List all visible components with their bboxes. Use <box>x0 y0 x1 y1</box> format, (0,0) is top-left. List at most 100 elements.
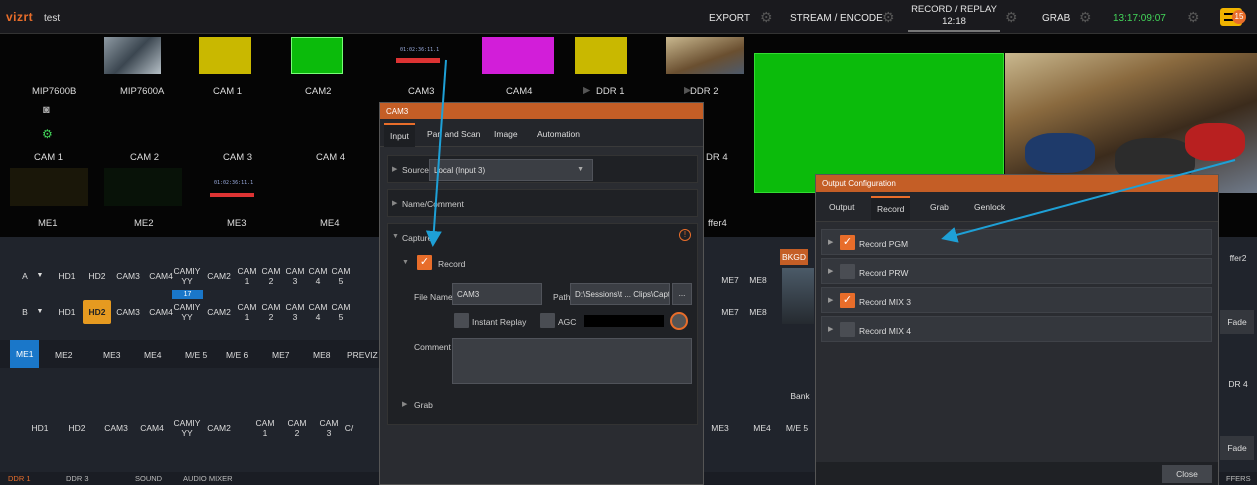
b-hd2[interactable]: HD2 <box>83 300 111 324</box>
a-cam-1[interactable]: CAM 1 <box>236 264 258 288</box>
c-me3[interactable]: ME3 <box>706 416 734 440</box>
tab-me7[interactable]: ME7 <box>272 350 289 360</box>
file-name-input[interactable]: CAM3 <box>452 283 542 305</box>
tab-genlock[interactable]: Genlock <box>974 202 1005 212</box>
expand-icon-grab[interactable]: ▶ <box>402 400 407 408</box>
a-hd2[interactable]: HD2 <box>83 264 111 288</box>
c-cam-2[interactable]: CAM 2 <box>286 416 308 440</box>
c-cam-partial[interactable]: C/ <box>340 416 358 440</box>
collapse-icon[interactable]: ▼ <box>392 233 399 240</box>
record-replay-button[interactable]: RECORD / REPLAY 12:18 <box>908 4 1000 32</box>
cam4-thumb[interactable] <box>482 37 554 74</box>
record-pgm-checkbox[interactable]: ✓ <box>840 235 855 250</box>
c-hd1[interactable]: HD1 <box>27 416 53 440</box>
buffer2-dropdown[interactable]: ffer2 <box>1220 246 1256 270</box>
me1-thumb[interactable] <box>10 168 88 206</box>
source-select[interactable]: Local (Input 3) ▼ <box>429 159 593 181</box>
c-cam4[interactable]: CAM4 <box>136 416 168 440</box>
c-camiy[interactable]: CAMIY YY <box>172 416 202 440</box>
tab-buffers[interactable]: FFERS <box>1226 474 1251 483</box>
collapse-icon-record[interactable]: ▼ <box>402 259 409 266</box>
c-cam-3[interactable]: CAM 3 <box>318 416 340 440</box>
stream-gear-icon[interactable]: ⚙ <box>882 10 896 24</box>
b-me8[interactable]: ME8 <box>746 300 770 324</box>
record-pgm-row[interactable]: ▶ ✓ Record PGM <box>821 229 1212 255</box>
tab-output[interactable]: Output <box>829 202 855 212</box>
tab-me4[interactable]: ME4 <box>144 350 161 360</box>
preview-monitor[interactable] <box>1005 53 1257 193</box>
agc-checkbox[interactable] <box>540 313 555 328</box>
tab-me5[interactable]: M/E 5 <box>185 350 207 360</box>
b-cam2[interactable]: CAM2 <box>205 300 233 324</box>
tab-me2[interactable]: ME2 <box>55 350 72 360</box>
b-cam-2[interactable]: CAM 2 <box>260 300 282 324</box>
expand-icon[interactable]: ▶ <box>828 238 833 246</box>
gear-green-icon[interactable]: ⚙ <box>42 127 53 141</box>
row-a-dropdown-icon[interactable]: ▼ <box>34 264 46 288</box>
ddr1-thumb[interactable] <box>575 37 627 74</box>
a-cam-2[interactable]: CAM 2 <box>260 264 282 288</box>
b-cam-5[interactable]: CAM 5 <box>330 300 352 324</box>
b-cam-3[interactable]: CAM 3 <box>284 300 306 324</box>
me3-thumb[interactable]: 01:02:36:11.1 <box>196 168 274 206</box>
me2-thumb[interactable] <box>104 168 182 206</box>
browse-button[interactable]: ... <box>672 283 692 305</box>
tab-me3[interactable]: ME3 <box>103 350 120 360</box>
cam1-thumb[interactable] <box>199 37 251 74</box>
a-cam-5[interactable]: CAM 5 <box>330 264 352 288</box>
record-prw-row[interactable]: ▶ Record PRW <box>821 258 1212 284</box>
b-camiy[interactable]: CAMIY YY <box>172 300 202 324</box>
camera-icon[interactable]: ◙ <box>43 104 50 116</box>
info-icon[interactable]: ! <box>679 229 691 241</box>
b-me7[interactable]: ME7 <box>718 300 742 324</box>
a-cam-3[interactable]: CAM 3 <box>284 264 306 288</box>
export-gear-icon[interactable]: ⚙ <box>760 10 774 24</box>
a-cam3[interactable]: CAM3 <box>112 264 144 288</box>
grab-gear-icon[interactable]: ⚙ <box>1079 10 1093 24</box>
record-mix4-checkbox[interactable] <box>840 322 855 337</box>
stream-encode-button[interactable]: STREAM / ENCODE <box>790 13 883 24</box>
record-mix3-row[interactable]: ▶ ✓ Record MIX 3 <box>821 287 1212 313</box>
tab-previz[interactable]: PREVIZ <box>347 350 378 360</box>
ddr4-dropdown[interactable]: DR 4 <box>1220 372 1256 396</box>
record-mix4-row[interactable]: ▶ Record MIX 4 <box>821 316 1212 342</box>
tab-me8[interactable]: ME8 <box>313 350 330 360</box>
c-me4[interactable]: ME4 <box>748 416 776 440</box>
record-mix3-checkbox[interactable]: ✓ <box>840 293 855 308</box>
tab-input[interactable]: Input <box>384 123 415 147</box>
agc-knob[interactable] <box>670 312 688 330</box>
c-cam3[interactable]: CAM3 <box>100 416 132 440</box>
fade-button[interactable]: Fade <box>1220 310 1254 334</box>
instant-replay-checkbox[interactable] <box>454 313 469 328</box>
tab-me1[interactable]: ME1 <box>10 340 40 368</box>
row-b-dropdown-icon[interactable]: ▼ <box>34 300 46 324</box>
c-cam-1[interactable]: CAM 1 <box>254 416 276 440</box>
export-button[interactable]: EXPORT <box>709 13 750 24</box>
cam2-thumb[interactable] <box>291 37 343 74</box>
b-cam3[interactable]: CAM3 <box>112 300 144 324</box>
c-me5[interactable]: M/E 5 <box>784 416 810 440</box>
comment-input[interactable] <box>452 338 692 384</box>
a-hd1[interactable]: HD1 <box>54 264 80 288</box>
c-cam2[interactable]: CAM2 <box>205 416 233 440</box>
record-prw-checkbox[interactable] <box>840 264 855 279</box>
expand-icon[interactable]: ▶ <box>828 296 833 304</box>
c-hd2[interactable]: HD2 <box>63 416 91 440</box>
settings-gear-icon[interactable]: ⚙ <box>1187 10 1201 24</box>
tab-pan-scan[interactable]: Pan and Scan <box>427 129 480 139</box>
a-cam-4[interactable]: CAM 4 <box>307 264 329 288</box>
fade-button-2[interactable]: Fade <box>1220 436 1254 460</box>
cam3-thumb[interactable]: 01:02:36:11.1 <box>386 37 453 74</box>
a-me7[interactable]: ME7 <box>718 268 742 292</box>
notifications-icon[interactable]: 15 <box>1220 8 1246 26</box>
expand-icon[interactable]: ▶ <box>828 267 833 275</box>
tab-image[interactable]: Image <box>494 129 518 139</box>
b-cam-1[interactable]: CAM 1 <box>236 300 258 324</box>
expand-icon[interactable]: ▶ <box>392 165 397 173</box>
tab-ddr3[interactable]: DDR 3 <box>66 474 89 483</box>
ddr2-thumb[interactable] <box>666 37 744 74</box>
name-comment-section[interactable]: ▶ Name/Comment <box>387 189 698 217</box>
a-camiy[interactable]: CAMIY YY <box>172 264 202 288</box>
tab-audio-mixer[interactable]: AUDIO MIXER <box>183 474 233 483</box>
path-input[interactable]: D:\Sessions\t ... Clips\Capt <box>570 283 670 305</box>
